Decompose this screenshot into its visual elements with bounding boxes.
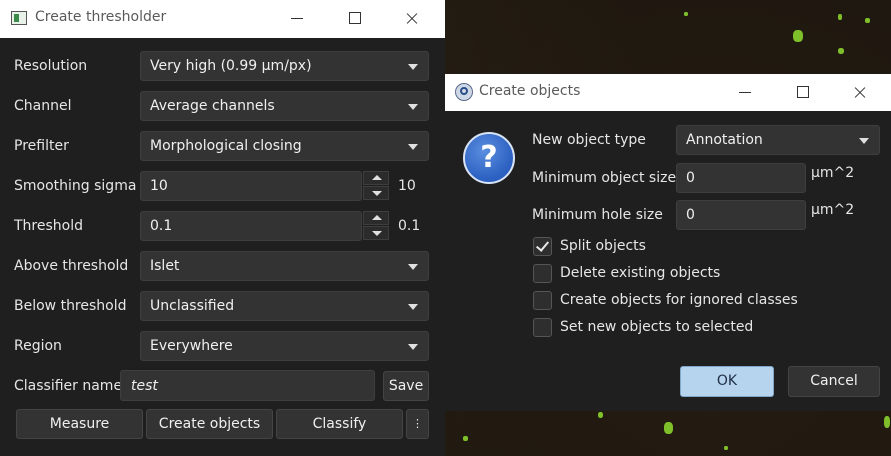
image-speck — [865, 18, 870, 23]
new-object-type-select[interactable]: Annotation — [676, 125, 880, 155]
above-threshold-label: Above threshold — [14, 258, 129, 274]
smoothing-sigma-increment-icon[interactable] — [363, 171, 389, 185]
delete-existing-checkbox[interactable] — [533, 264, 552, 283]
smoothing-sigma-label: Smoothing sigma — [14, 178, 137, 194]
channel-value: Average channels — [150, 98, 275, 114]
smoothing-sigma-decrement-icon[interactable] — [363, 186, 389, 200]
create-objects-title: Create objects — [479, 83, 581, 99]
chevron-down-icon — [408, 144, 418, 150]
image-speck — [838, 14, 842, 20]
threshold-increment-icon[interactable] — [363, 211, 389, 225]
thresholder-title: Create thresholder — [35, 9, 167, 25]
channel-label: Channel — [14, 98, 72, 114]
above-threshold-select[interactable]: Islet — [140, 251, 429, 281]
threshold-decrement-icon[interactable] — [363, 226, 389, 240]
min-object-size-value: 0 — [686, 170, 695, 186]
more-options-icon[interactable]: ⋮ — [406, 409, 429, 439]
ignored-classes-checkbox[interactable] — [533, 291, 552, 310]
image-speck — [664, 422, 673, 434]
region-value: Everywhere — [150, 338, 233, 354]
chevron-down-icon — [859, 138, 869, 144]
save-button[interactable]: Save — [383, 371, 429, 401]
delete-existing-label: Delete existing objects — [560, 265, 721, 281]
set-selected-checkbox[interactable] — [533, 318, 552, 337]
resolution-value: Very high (0.99 µm/px) — [150, 58, 312, 74]
below-threshold-value: Unclassified — [150, 298, 235, 314]
region-select[interactable]: Everywhere — [140, 331, 429, 361]
min-hole-size-input[interactable]: 0 — [676, 200, 806, 230]
thresholder-titlebar[interactable]: Create thresholder — [0, 0, 445, 38]
prefilter-label: Prefilter — [14, 138, 69, 154]
smoothing-sigma-value: 10 — [150, 178, 168, 194]
min-hole-size-value: 0 — [686, 207, 695, 223]
new-object-type-value: Annotation — [686, 132, 763, 148]
above-threshold-value: Islet — [150, 258, 180, 274]
split-objects-label: Split objects — [560, 238, 646, 254]
classify-button[interactable]: Classify — [276, 409, 403, 439]
min-object-size-label: Minimum object size — [532, 170, 677, 186]
create-objects-dialog: Create objects ? New object type Annotat… — [445, 74, 891, 411]
chevron-down-icon — [408, 304, 418, 310]
image-speck — [684, 12, 688, 16]
new-object-type-label: New object type — [532, 132, 646, 148]
min-object-size-unit: µm^2 — [811, 165, 855, 181]
create-objects-button[interactable]: Create objects — [146, 409, 273, 439]
min-object-size-input[interactable]: 0 — [676, 163, 806, 193]
create-objects-titlebar[interactable]: Create objects — [445, 74, 891, 111]
region-label: Region — [14, 338, 62, 354]
prefilter-select[interactable]: Morphological closing — [140, 131, 429, 161]
image-speck — [463, 436, 468, 441]
chevron-down-icon — [408, 344, 418, 350]
classifier-name-input[interactable]: test — [120, 370, 375, 401]
threshold-label: Threshold — [14, 218, 83, 234]
measure-button[interactable]: Measure — [16, 409, 143, 439]
image-speck — [724, 446, 728, 450]
ignored-classes-label: Create objects for ignored classes — [560, 292, 798, 308]
prefilter-value: Morphological closing — [150, 138, 302, 154]
maximize-icon[interactable] — [786, 80, 820, 104]
app-logo-icon — [455, 83, 473, 101]
min-hole-size-unit: µm^2 — [811, 202, 855, 218]
classifier-name-label: Classifier name — [14, 378, 123, 394]
ok-button[interactable]: OK — [680, 366, 774, 397]
threshold-input[interactable]: 0.1 — [140, 211, 362, 241]
question-icon: ? — [463, 132, 515, 184]
threshold-value: 0.1 — [150, 218, 173, 234]
thresholder-window: Create thresholder Resolution Very high … — [0, 0, 445, 456]
min-hole-size-label: Minimum hole size — [532, 207, 663, 223]
below-threshold-label: Below threshold — [14, 298, 127, 314]
channel-select[interactable]: Average channels — [140, 91, 429, 121]
smoothing-sigma-input[interactable]: 10 — [140, 171, 362, 201]
set-selected-label: Set new objects to selected — [560, 319, 754, 335]
split-objects-checkbox[interactable] — [533, 237, 552, 256]
threshold-display: 0.1 — [398, 218, 421, 234]
image-speck — [838, 48, 844, 54]
chevron-down-icon — [408, 104, 418, 110]
image-speck — [884, 416, 890, 428]
chevron-down-icon — [408, 264, 418, 270]
close-icon[interactable] — [843, 80, 877, 104]
image-speck — [793, 30, 803, 42]
chevron-down-icon — [408, 64, 418, 70]
resolution-label: Resolution — [14, 58, 88, 74]
app-window-icon — [11, 11, 27, 25]
below-threshold-select[interactable]: Unclassified — [140, 291, 429, 321]
minimize-icon[interactable] — [280, 6, 314, 30]
cancel-button[interactable]: Cancel — [788, 366, 880, 397]
resolution-select[interactable]: Very high (0.99 µm/px) — [140, 51, 429, 81]
maximize-icon[interactable] — [338, 6, 372, 30]
minimize-icon[interactable] — [728, 80, 762, 104]
image-speck — [598, 412, 603, 418]
classifier-name-value: test — [131, 378, 158, 394]
smoothing-sigma-display: 10 — [398, 178, 416, 194]
close-icon[interactable] — [395, 6, 429, 30]
